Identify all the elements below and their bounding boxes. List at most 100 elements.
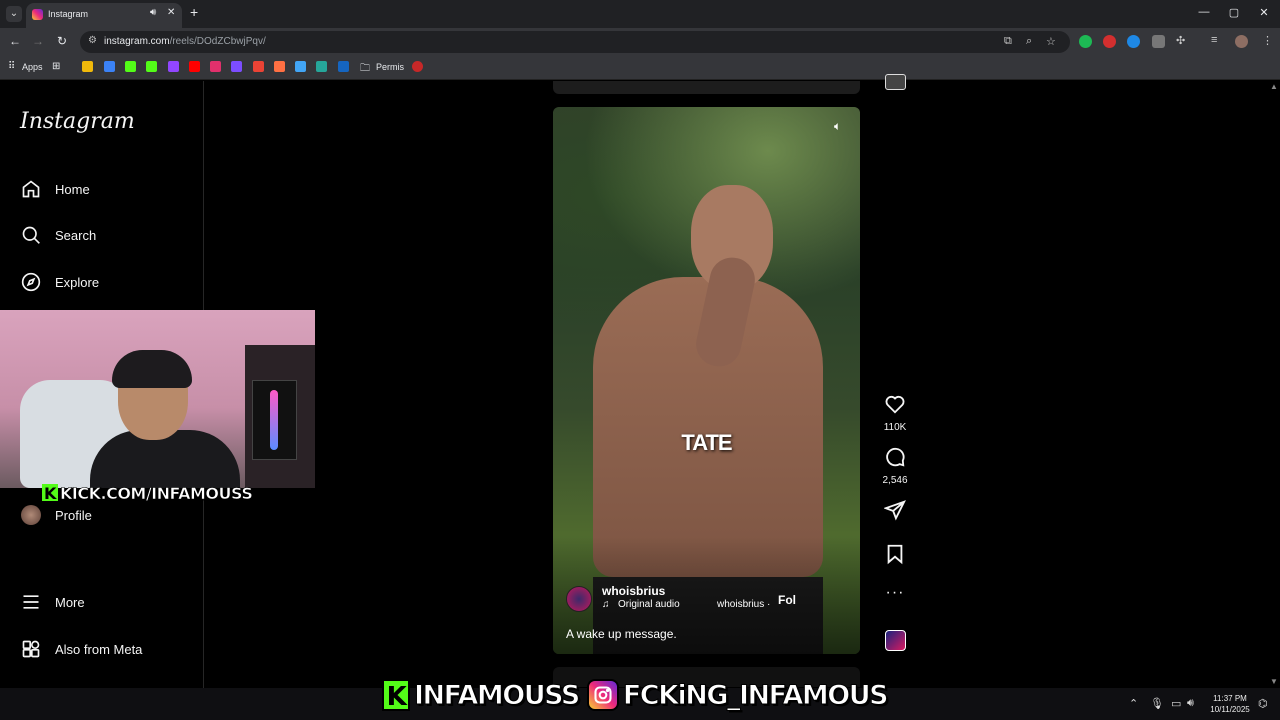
sidebar-item-profile[interactable]: Profile [20,503,92,527]
profile-avatar-icon[interactable] [1235,35,1248,48]
address-bar[interactable]: ⚙ instagram.com/reels/DOdZCbwjPqv/ ⧉ ⌕ ☆ [80,31,1070,53]
scrollbar-down-arrow[interactable]: ▼ [1270,677,1278,686]
minimize-button[interactable]: — [1194,6,1214,18]
kick-bookmark-icon[interactable] [125,61,136,72]
bookmarks-bar: ⠿ Apps ⊞ 🗀 Permis [0,56,1280,80]
clock-date: 10/11/2025 [1210,705,1250,714]
comment-icon[interactable] [884,446,906,468]
bookmark-star-icon[interactable]: ☆ [1046,35,1056,48]
webcam-streamer-hair [112,350,192,388]
instagram-logo-icon [586,679,619,711]
webcam-overlay [0,310,315,488]
clock-time: 11:37 PM [1213,694,1247,703]
bookmark-icon[interactable] [338,61,349,72]
bookmark-folder[interactable]: Permis [376,62,404,72]
microphone-icon[interactable]: 🎙︎ [1150,697,1164,710]
tray-overflow-icon[interactable]: ⌃ [1129,697,1138,710]
tab-audio-icon[interactable]: 🔊︎ [150,7,156,18]
comment-count: 2,546 [882,475,908,486]
heart-icon[interactable] [884,393,906,415]
site-info-icon[interactable]: ⚙ [88,35,97,46]
bookmark-icon[interactable] [412,61,423,72]
reel-caption[interactable]: A wake up message. [566,627,677,641]
instagram-logo[interactable]: Instagram [20,109,135,134]
previous-reel-audio-thumb[interactable] [885,74,906,90]
kick-channel-banner: K KICK.COM/INFAMOUSS [42,484,253,503]
media-controls-icon[interactable]: ≡ [1211,34,1217,46]
gmail-bookmark-icon[interactable] [253,61,264,72]
kick-bookmark-icon[interactable] [146,61,157,72]
instagram-handle: FCKiNG_INFAMOUS [622,679,889,711]
bookmark-icon[interactable] [274,61,285,72]
notifications-icon[interactable]: ⌬ [1258,697,1268,710]
previous-reel[interactable] [553,81,860,94]
share-action[interactable] [880,499,910,526]
url-text[interactable]: instagram.com/reels/DOdZCbwjPqv/ [104,36,266,47]
comment-action[interactable]: 2,546 [880,446,910,486]
forward-icon[interactable]: → [30,34,46,48]
sidebar-item-home[interactable]: Home [20,177,90,201]
like-action[interactable]: 110K [880,393,910,433]
scrollbar-up-arrow[interactable]: ▲ [1270,82,1278,91]
instagram-bookmark-icon[interactable] [210,61,221,72]
folder-icon: 🗀 [360,63,370,74]
sidebar-item-label: Also from Meta [55,641,143,657]
close-window-button[interactable]: ✕ [1254,6,1274,19]
save-action[interactable] [880,543,910,570]
apps-grid-icon[interactable]: ⠿ [8,61,15,72]
bookmark-icon[interactable] [316,61,327,72]
extensions-puzzle-icon[interactable]: ✣ [1176,34,1185,47]
url-host: instagram.com [104,36,170,47]
extension-icon[interactable] [1079,35,1092,48]
more-options-icon[interactable]: ··· [880,584,910,602]
webcam-rgb-fan [270,390,278,450]
tab-groups-icon[interactable]: ⊞ [52,61,60,72]
bookmark-icon[interactable] [82,61,93,72]
tab-close-icon[interactable]: ✕ [167,7,175,18]
back-icon[interactable]: ← [7,34,23,48]
zoom-icon[interactable]: ⌕ [1026,35,1032,48]
url-path: /reels/DOdZCbwjPqv/ [169,36,266,47]
music-note-icon: ♫ [602,599,610,610]
youtube-bookmark-icon[interactable] [189,61,200,72]
extension-icon[interactable] [1103,35,1116,48]
sidebar-item-search[interactable]: Search [20,223,96,247]
maximize-button[interactable]: ▢ [1224,6,1244,19]
reel-video[interactable]: 🔈︎ TATE whoisbrius ♫ Original audio whoi… [553,107,860,654]
new-tab-button[interactable]: + [190,5,198,19]
sidebar-item-more[interactable]: More [20,590,85,614]
sidebar-item-label: Home [55,181,90,197]
bookmark-icon[interactable] [231,61,242,72]
bookmark-save-icon[interactable] [884,543,906,565]
bookmark-apps[interactable]: Apps [22,62,43,72]
install-app-icon[interactable]: ⧉ [1004,35,1012,48]
network-icon[interactable]: ▭ [1171,697,1181,710]
sidebar-item-also-from-meta[interactable]: Also from Meta [20,637,142,661]
volume-icon[interactable]: 🔊︎ [1187,697,1194,710]
twitch-bookmark-icon[interactable] [168,61,179,72]
reel-audio-thumb[interactable] [885,630,906,651]
webcam-streamer-body [90,430,240,488]
original-audio-link[interactable]: Original audio [618,599,680,610]
taskbar-clock[interactable]: 11:37 PM 10/11/2025 [1206,693,1254,715]
reel-overlay-text: TATE [681,430,732,455]
share-paper-plane-icon[interactable] [883,499,906,521]
author-username[interactable]: whoisbrius [602,584,665,598]
search-icon [20,224,42,246]
browser-toolbar: ← → ↻ ⚙ instagram.com/reels/DOdZCbwjPqv/… [0,28,1280,56]
browser-tab-instagram[interactable]: Instagram 🔊︎ ✕ [26,3,182,28]
reload-icon[interactable]: ↻ [54,34,70,48]
menu-kebab-icon[interactable]: ⋮ [1262,34,1273,47]
author-avatar[interactable] [566,586,592,612]
bookmark-icon[interactable] [295,61,306,72]
audio-artist[interactable]: whoisbrius · [717,599,770,610]
sidebar-item-explore[interactable]: Explore [20,270,99,294]
audio-toggle-icon[interactable]: 🔈︎ [834,119,841,134]
bookmark-icon[interactable] [104,61,115,72]
extension-icon[interactable] [1152,35,1165,48]
follow-button[interactable]: Fol [778,593,796,607]
browser-tab-strip: ⌄ Instagram 🔊︎ ✕ + — ▢ ✕ [0,0,1280,28]
tab-search-button[interactable]: ⌄ [6,6,22,22]
home-icon [20,178,42,200]
extension-icon[interactable] [1127,35,1140,48]
